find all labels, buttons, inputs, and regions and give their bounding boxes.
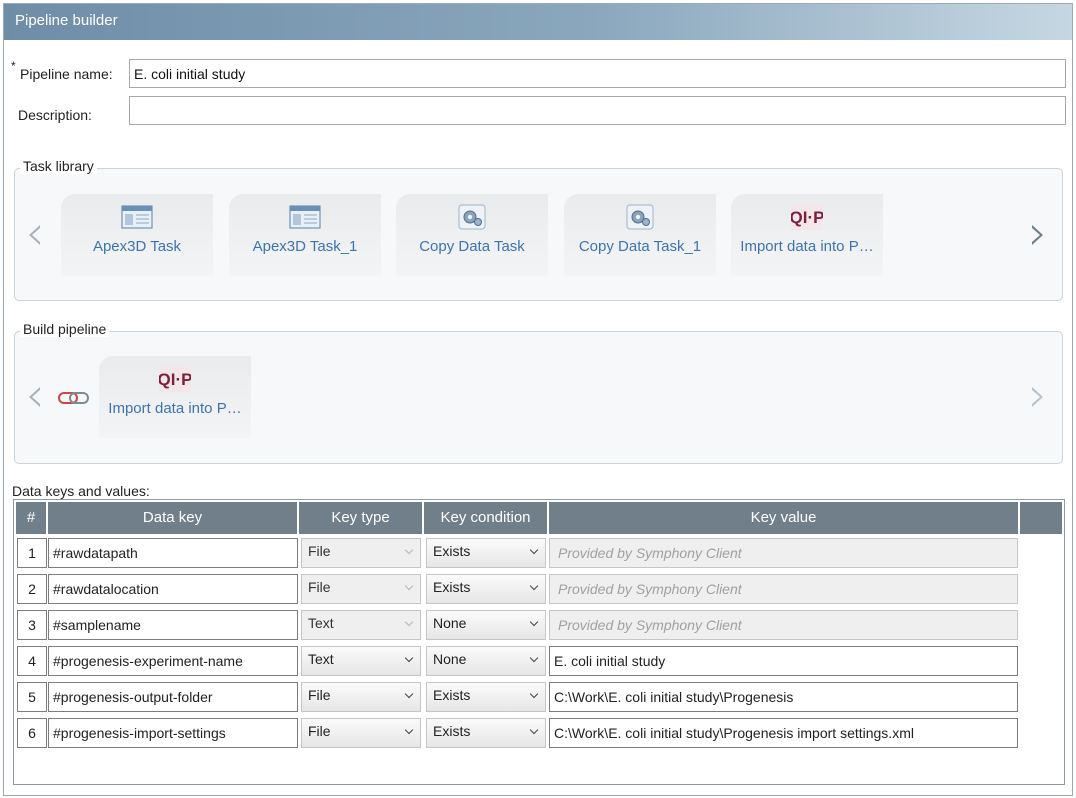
pipeline-builder-window: Pipeline builder * Pipeline name: Descri… [3, 3, 1073, 796]
chevron-down-icon [404, 617, 414, 627]
data-key-cell[interactable]: #progenesis-import-settings [48, 718, 298, 748]
column-header-number[interactable]: # [16, 502, 47, 534]
data-key-cell[interactable]: #progenesis-experiment-name [48, 646, 298, 676]
key-value-cell[interactable]: C:\Work\E. coli initial study\Progenesis… [549, 718, 1018, 748]
gear-icon [458, 204, 486, 230]
key-type-select: File [301, 538, 421, 568]
key-type-select[interactable]: File [301, 682, 421, 712]
task-tile-label: Apex3D Task_1 [252, 238, 358, 255]
data-key-cell[interactable]: #rawdatalocation [48, 574, 298, 604]
required-marker: * [11, 59, 16, 73]
task-tile-label: Apex3D Task [92, 238, 182, 255]
chevron-down-icon [404, 653, 414, 663]
key-value-cell: Provided by Symphony Client [549, 610, 1018, 640]
qip-logo-icon: QI·P [159, 366, 191, 392]
chevron-down-icon [404, 545, 414, 555]
window-title: Pipeline builder [4, 4, 1072, 40]
key-condition-select[interactable]: Exists [426, 682, 546, 712]
key-condition-select[interactable]: Exists [426, 718, 546, 748]
chevron-down-icon [529, 581, 539, 591]
pipeline-step-label: Import data into P… [108, 400, 242, 417]
key-condition-value: Exists [433, 543, 471, 559]
key-type-value: Text [308, 651, 334, 667]
key-condition-value: None [433, 651, 467, 667]
chevron-down-icon [529, 653, 539, 663]
task-tile[interactable]: QI·P Import data into P… [731, 194, 883, 276]
column-header-key-type[interactable]: Key type [299, 502, 423, 534]
key-condition-value: Exists [433, 579, 471, 595]
task-library-legend: Task library [20, 158, 97, 174]
key-type-select: Text [301, 610, 421, 640]
key-type-select[interactable]: File [301, 718, 421, 748]
key-condition-value: Exists [433, 687, 471, 703]
chevron-down-icon [529, 617, 539, 627]
svg-text:QI·P: QI·P [791, 208, 823, 227]
build-pipeline-legend: Build pipeline [20, 321, 110, 337]
build-pipeline-panel: QI·P Import data into P… [14, 331, 1063, 464]
task-tile-label: Import data into P… [740, 238, 874, 255]
data-keys-table: # Data key Key type Key condition Key va… [13, 499, 1065, 785]
task-tile-label: Copy Data Task_1 [578, 238, 702, 255]
task-library-scroll-right[interactable] [1032, 225, 1043, 245]
key-condition-select[interactable]: None [426, 646, 546, 676]
key-value-cell[interactable]: E. coli initial study [549, 646, 1018, 676]
key-value-cell[interactable]: C:\Work\E. coli initial study\Progenesis [549, 682, 1018, 712]
row-number: 1 [17, 538, 47, 568]
pipeline-name-input[interactable] [129, 59, 1066, 88]
pipeline-name-label: Pipeline name: [20, 66, 113, 82]
pipeline-step-tile[interactable]: QI·P Import data into P… [99, 356, 251, 438]
column-header-key-value[interactable]: Key value [549, 502, 1019, 534]
key-condition-select[interactable]: Exists [426, 574, 546, 604]
key-type-value: File [308, 687, 331, 703]
chevron-down-icon [529, 689, 539, 699]
svg-text:QI·P: QI·P [159, 370, 191, 389]
key-type-value: File [308, 723, 331, 739]
row-number: 3 [17, 610, 47, 640]
build-pipeline-scroll-right[interactable] [1032, 387, 1043, 407]
key-type-value: Text [308, 615, 334, 631]
task-library-panel: Apex3D Task Apex3D Task_1 Copy Data Task [14, 168, 1063, 301]
description-input[interactable] [129, 96, 1066, 125]
key-condition-value: Exists [433, 723, 471, 739]
chevron-down-icon [529, 545, 539, 555]
data-key-cell[interactable]: #samplename [48, 610, 298, 640]
gear-icon [626, 204, 654, 230]
task-tile[interactable]: Apex3D Task [61, 194, 213, 276]
window-icon [289, 205, 321, 229]
row-number: 6 [17, 718, 47, 748]
key-condition-select[interactable]: None [426, 610, 546, 640]
task-library-scroll-left[interactable] [29, 225, 40, 245]
column-header-key-condition[interactable]: Key condition [424, 502, 548, 534]
qip-logo-icon: QI·P [791, 204, 823, 230]
task-tile-label: Copy Data Task [419, 238, 525, 255]
key-value-cell: Provided by Symphony Client [549, 538, 1018, 568]
chevron-down-icon [404, 725, 414, 735]
build-pipeline-scroll-left[interactable] [29, 387, 40, 407]
chevron-down-icon [404, 581, 414, 591]
row-number: 2 [17, 574, 47, 604]
window-icon [121, 205, 153, 229]
column-header-data-key[interactable]: Data key [48, 502, 298, 534]
row-number: 5 [17, 682, 47, 712]
key-type-value: File [308, 543, 331, 559]
link-icon [58, 392, 89, 404]
task-tile[interactable]: Apex3D Task_1 [229, 194, 381, 276]
header-filler [1020, 502, 1062, 534]
chevron-down-icon [529, 725, 539, 735]
key-type-value: File [308, 579, 331, 595]
description-label: Description: [18, 107, 92, 123]
data-key-cell[interactable]: #rawdatapath [48, 538, 298, 568]
key-type-select: File [301, 574, 421, 604]
row-number: 4 [17, 646, 47, 676]
key-type-select[interactable]: Text [301, 646, 421, 676]
task-tile[interactable]: Copy Data Task [396, 194, 548, 276]
key-value-cell: Provided by Symphony Client [549, 574, 1018, 604]
key-condition-value: None [433, 615, 467, 631]
data-key-cell[interactable]: #progenesis-output-folder [48, 682, 298, 712]
chevron-down-icon [404, 689, 414, 699]
task-tile[interactable]: Copy Data Task_1 [564, 194, 716, 276]
data-keys-caption: Data keys and values: [12, 483, 150, 499]
key-condition-select[interactable]: Exists [426, 538, 546, 568]
